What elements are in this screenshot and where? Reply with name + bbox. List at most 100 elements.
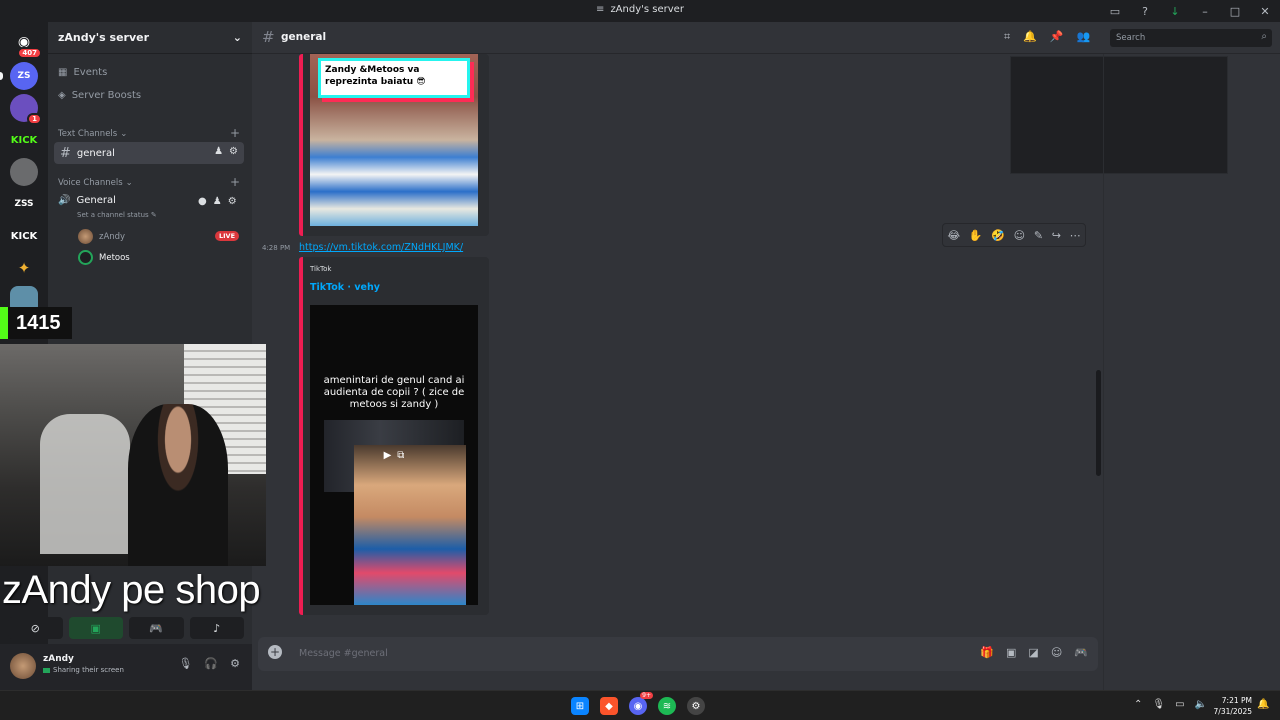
- close-button[interactable]: ✕: [1250, 5, 1280, 18]
- more-icon[interactable]: ⋯: [1070, 229, 1081, 242]
- message-composer[interactable]: + Message #general 🎁 ▣ ◪ ☺ 🎮: [258, 637, 1098, 671]
- microphone-icon[interactable]: 🎙: [1152, 699, 1165, 710]
- members-icon[interactable]: 👥: [1077, 30, 1091, 44]
- chevron-down-icon: ⌄: [120, 129, 128, 139]
- channel-general[interactable]: # general ♟ ⚙: [54, 142, 244, 164]
- voice-channel-general[interactable]: 🔊 General: [58, 195, 116, 206]
- events-item[interactable]: ▦ Events: [58, 67, 107, 78]
- server-icon-star[interactable]: ✦: [10, 254, 38, 282]
- bell-icon[interactable]: 🔔: [1023, 30, 1037, 44]
- voice-controls: ⊘ ▣ 🎮 ♪: [8, 617, 244, 639]
- person-image: [354, 445, 466, 605]
- emoji-hand-icon[interactable]: ✋: [969, 229, 983, 242]
- add-voice-channel-button[interactable]: +: [230, 175, 240, 189]
- volume-icon[interactable]: 🔈: [1195, 699, 1207, 710]
- server-icon-kick-2[interactable]: KICK: [10, 222, 38, 250]
- text-channels-category[interactable]: Text Channels ⌄: [58, 129, 127, 139]
- soundboard-button[interactable]: ♪: [189, 617, 244, 639]
- maximize-button[interactable]: □: [1220, 5, 1250, 18]
- speaker-icon: 🔊: [58, 195, 71, 206]
- inbox-icon[interactable]: ▭: [1100, 5, 1130, 18]
- video-thumbnail[interactable]: amenintari de genul cand ai audienta de …: [310, 305, 478, 605]
- gear-icon[interactable]: ⚙: [230, 657, 240, 670]
- voice-user-zandy[interactable]: zAndy: [78, 229, 125, 244]
- brave-browser-icon[interactable]: ◆: [600, 697, 618, 715]
- minimize-button[interactable]: –: [1190, 5, 1220, 18]
- steelseries-icon[interactable]: ⚙: [687, 697, 705, 715]
- edit-icon[interactable]: ✎: [1034, 229, 1043, 242]
- stream-caption: zAndy pe shop: [2, 568, 261, 612]
- embed-title[interactable]: TikTok · vehy: [310, 282, 380, 293]
- message-input[interactable]: Message #general: [299, 648, 388, 659]
- download-icon[interactable]: ↓: [1160, 5, 1190, 18]
- server-boosts-item[interactable]: ◈ Server Boosts: [58, 90, 141, 101]
- open-external-icon[interactable]: ⧉: [397, 450, 404, 461]
- window-title: ≡ zAndy's server: [596, 4, 684, 15]
- hash-icon: #: [60, 145, 71, 161]
- gear-icon[interactable]: ⚙: [228, 196, 237, 207]
- voice-channels-category[interactable]: Voice Channels ⌄: [58, 178, 133, 188]
- scrollbar[interactable]: [1096, 370, 1101, 476]
- search-input[interactable]: Search ⌕: [1110, 29, 1272, 47]
- username: zAndy: [43, 654, 74, 664]
- discord-taskbar-icon[interactable]: ◉ 9+: [629, 692, 653, 715]
- windows-start-icon[interactable]: ⊞: [571, 697, 589, 715]
- hash-icon: ≡: [596, 4, 605, 15]
- notification-badge: 407: [17, 47, 42, 59]
- title-bar: ≡ zAndy's server ▭ ? ↓ – □ ✕: [0, 0, 1280, 22]
- message-timestamp: 4:28 PM: [262, 244, 291, 252]
- pin-icon[interactable]: 📌: [1050, 30, 1064, 44]
- activity-button[interactable]: 🎮: [129, 617, 184, 639]
- screen-share-button[interactable]: ▣: [68, 617, 123, 639]
- clock[interactable]: 7:21 PM 7/31/2025: [1210, 695, 1252, 717]
- activities-icon[interactable]: 🎮: [1074, 646, 1088, 659]
- chevron-up-icon[interactable]: ⌃: [1134, 699, 1142, 710]
- chevron-down-icon: ⌄: [125, 178, 133, 188]
- play-icon[interactable]: ▶: [384, 71, 392, 82]
- server-header[interactable]: zAndy's server ⌄: [48, 22, 252, 54]
- add-attachment-button[interactable]: +: [268, 645, 282, 659]
- server-icon-zss[interactable]: ZSS: [10, 190, 38, 218]
- network-icon[interactable]: ▭: [1175, 699, 1184, 710]
- search-icon: ⌕: [1261, 31, 1267, 42]
- user-panel: zAndy Sharing their screen 🎙 🎧 ⚙: [0, 644, 252, 690]
- server-icon-kick[interactable]: KICK: [10, 126, 38, 154]
- emoji-rofl-icon[interactable]: 🤣: [991, 229, 1005, 242]
- voice-status[interactable]: Set a channel status ✎: [77, 211, 157, 219]
- avatar[interactable]: [10, 653, 36, 679]
- spotify-icon[interactable]: ≋: [658, 697, 676, 715]
- open-external-icon[interactable]: ⧉: [397, 71, 404, 82]
- voice-user-metoos[interactable]: Metoos: [78, 250, 130, 265]
- camera-off-button[interactable]: ⊘: [8, 617, 63, 639]
- add-member-icon[interactable]: ♟: [213, 196, 222, 207]
- calendar-icon: ▦: [58, 67, 68, 78]
- avatar: [78, 229, 93, 244]
- reply-icon[interactable]: ↪: [1052, 229, 1061, 242]
- emoji-joy-icon[interactable]: 😂: [947, 229, 960, 242]
- play-icon[interactable]: ▶: [384, 450, 392, 461]
- tiktok-link[interactable]: https://vm.tiktok.com/ZNdHKLJMK/: [299, 242, 463, 253]
- embed-provider: TikTok: [310, 265, 332, 273]
- emoji-icon[interactable]: ☺: [1051, 646, 1062, 659]
- boost-icon: ◈: [58, 90, 66, 101]
- chevron-down-icon: ⌄: [232, 31, 242, 44]
- server-icon-4[interactable]: [10, 158, 38, 186]
- microphone-icon[interactable]: 🎙: [178, 657, 192, 670]
- threads-icon[interactable]: ⌗: [1004, 30, 1010, 44]
- home-button[interactable]: ◉ 407: [10, 28, 42, 59]
- sticker-icon[interactable]: ◪: [1028, 646, 1038, 659]
- gif-icon[interactable]: ▣: [1006, 646, 1016, 659]
- server-icon-zs[interactable]: ZS: [10, 62, 38, 90]
- chat-icon[interactable]: ●: [198, 196, 207, 207]
- add-member-icon[interactable]: ♟: [214, 146, 223, 157]
- server-icon-2[interactable]: 1: [10, 94, 42, 125]
- gift-icon[interactable]: 🎁: [980, 646, 994, 659]
- headphones-icon[interactable]: 🎧: [204, 657, 218, 670]
- gear-icon[interactable]: ⚙: [229, 146, 238, 157]
- help-icon[interactable]: ?: [1130, 5, 1160, 18]
- add-reaction-icon[interactable]: ☺: [1014, 229, 1025, 242]
- add-channel-button[interactable]: +: [230, 126, 240, 140]
- avatar: [78, 250, 93, 265]
- video-thumbnail[interactable]: Zandy &Metoos va reprezinta baiatu 😎 ▶ ⧉: [310, 54, 478, 226]
- notification-bell-icon[interactable]: 🔔: [1257, 699, 1269, 710]
